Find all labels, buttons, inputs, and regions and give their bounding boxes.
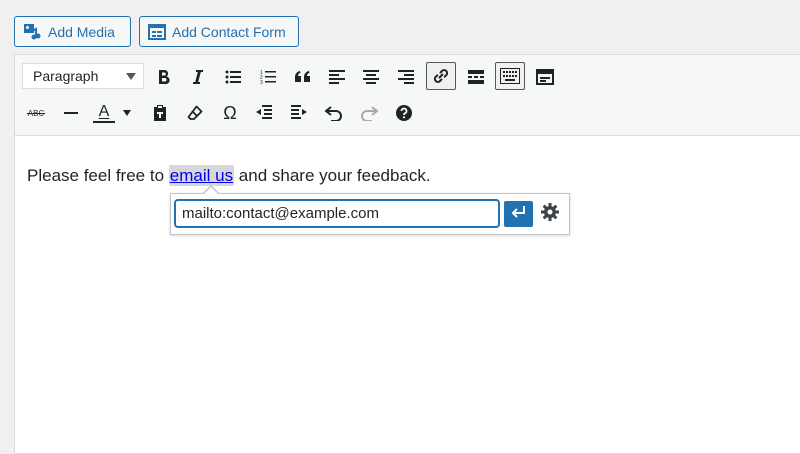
align-right-icon — [398, 70, 414, 84]
increase-indent-icon — [291, 105, 307, 121]
add-media-button[interactable]: Add Media — [14, 16, 131, 47]
toolbar-toggle-icon — [500, 68, 520, 84]
text-color-button[interactable]: A — [91, 99, 117, 127]
read-more-icon — [468, 70, 484, 84]
toolbar-toggle-button[interactable] — [495, 62, 525, 90]
text-color-label: A — [98, 102, 110, 120]
inline-link-popup — [170, 185, 570, 235]
bulleted-list-icon — [225, 70, 241, 84]
format-select-value: Paragraph — [33, 68, 99, 84]
text-color-dropdown[interactable] — [118, 99, 136, 127]
redo-button[interactable] — [354, 99, 384, 127]
numbered-list-icon: 123 — [260, 69, 276, 85]
align-center-icon — [363, 70, 379, 84]
editor-area: Paragraph 123 ABC A Ω Please feel free t… — [14, 54, 800, 454]
text-color-icon: A — [93, 102, 115, 123]
selected-link[interactable]: email us — [168, 165, 235, 186]
add-media-label: Add Media — [48, 23, 115, 40]
apply-link-button[interactable] — [504, 201, 533, 227]
decrease-indent-icon — [256, 105, 272, 121]
bold-button[interactable] — [149, 63, 179, 91]
clear-formatting-button[interactable] — [180, 99, 210, 127]
content-text-after: and share your feedback. — [234, 166, 431, 185]
editor-toolbar: Paragraph 123 ABC A Ω — [15, 55, 800, 136]
redo-icon — [360, 105, 378, 121]
strikethrough-button[interactable]: ABC — [21, 99, 51, 127]
add-media-icon — [23, 23, 42, 41]
horizontal-line-button[interactable] — [56, 99, 86, 127]
align-left-icon — [329, 70, 345, 84]
chevron-down-icon — [126, 73, 136, 80]
link-settings-button[interactable] — [537, 201, 563, 227]
align-center-button[interactable] — [356, 63, 386, 91]
help-button[interactable] — [389, 99, 419, 127]
link-url-input[interactable] — [174, 199, 500, 228]
special-character-button[interactable]: Ω — [215, 99, 245, 127]
paste-as-text-icon — [152, 104, 168, 122]
decrease-indent-button[interactable] — [249, 99, 279, 127]
distraction-free-button[interactable] — [530, 63, 560, 91]
help-icon — [396, 105, 412, 121]
gear-icon — [540, 202, 560, 227]
align-right-button[interactable] — [391, 63, 421, 91]
blockquote-icon — [294, 70, 312, 84]
bulleted-list-button[interactable] — [218, 63, 248, 91]
paste-as-text-button[interactable] — [145, 99, 175, 127]
contact-form-icon — [148, 23, 166, 40]
insert-link-button[interactable] — [426, 62, 456, 90]
add-contact-form-button[interactable]: Add Contact Form — [139, 16, 299, 47]
read-more-button[interactable] — [461, 63, 491, 91]
distraction-free-icon — [536, 69, 554, 85]
content-text-before: Please feel free to — [27, 166, 169, 185]
link-icon — [432, 67, 450, 85]
editor-content[interactable]: Please feel free to email us and share y… — [27, 165, 431, 186]
enter-arrow-icon — [511, 205, 527, 224]
undo-icon — [325, 105, 343, 121]
chevron-down-icon — [123, 110, 131, 116]
add-contact-form-label: Add Contact Form — [172, 23, 286, 40]
bold-icon — [157, 69, 171, 85]
italic-icon — [191, 69, 205, 85]
undo-button[interactable] — [319, 99, 349, 127]
numbered-list-button[interactable]: 123 — [253, 63, 283, 91]
special-character-icon: Ω — [223, 103, 237, 123]
blockquote-button[interactable] — [288, 63, 318, 91]
horizontal-line-icon — [64, 111, 78, 115]
align-left-button[interactable] — [322, 63, 352, 91]
increase-indent-button[interactable] — [284, 99, 314, 127]
italic-button[interactable] — [183, 63, 213, 91]
strikethrough-icon: ABC — [26, 109, 46, 118]
svg-text:3: 3 — [260, 80, 263, 85]
format-select[interactable]: Paragraph — [22, 63, 144, 89]
clear-formatting-icon — [187, 105, 203, 121]
